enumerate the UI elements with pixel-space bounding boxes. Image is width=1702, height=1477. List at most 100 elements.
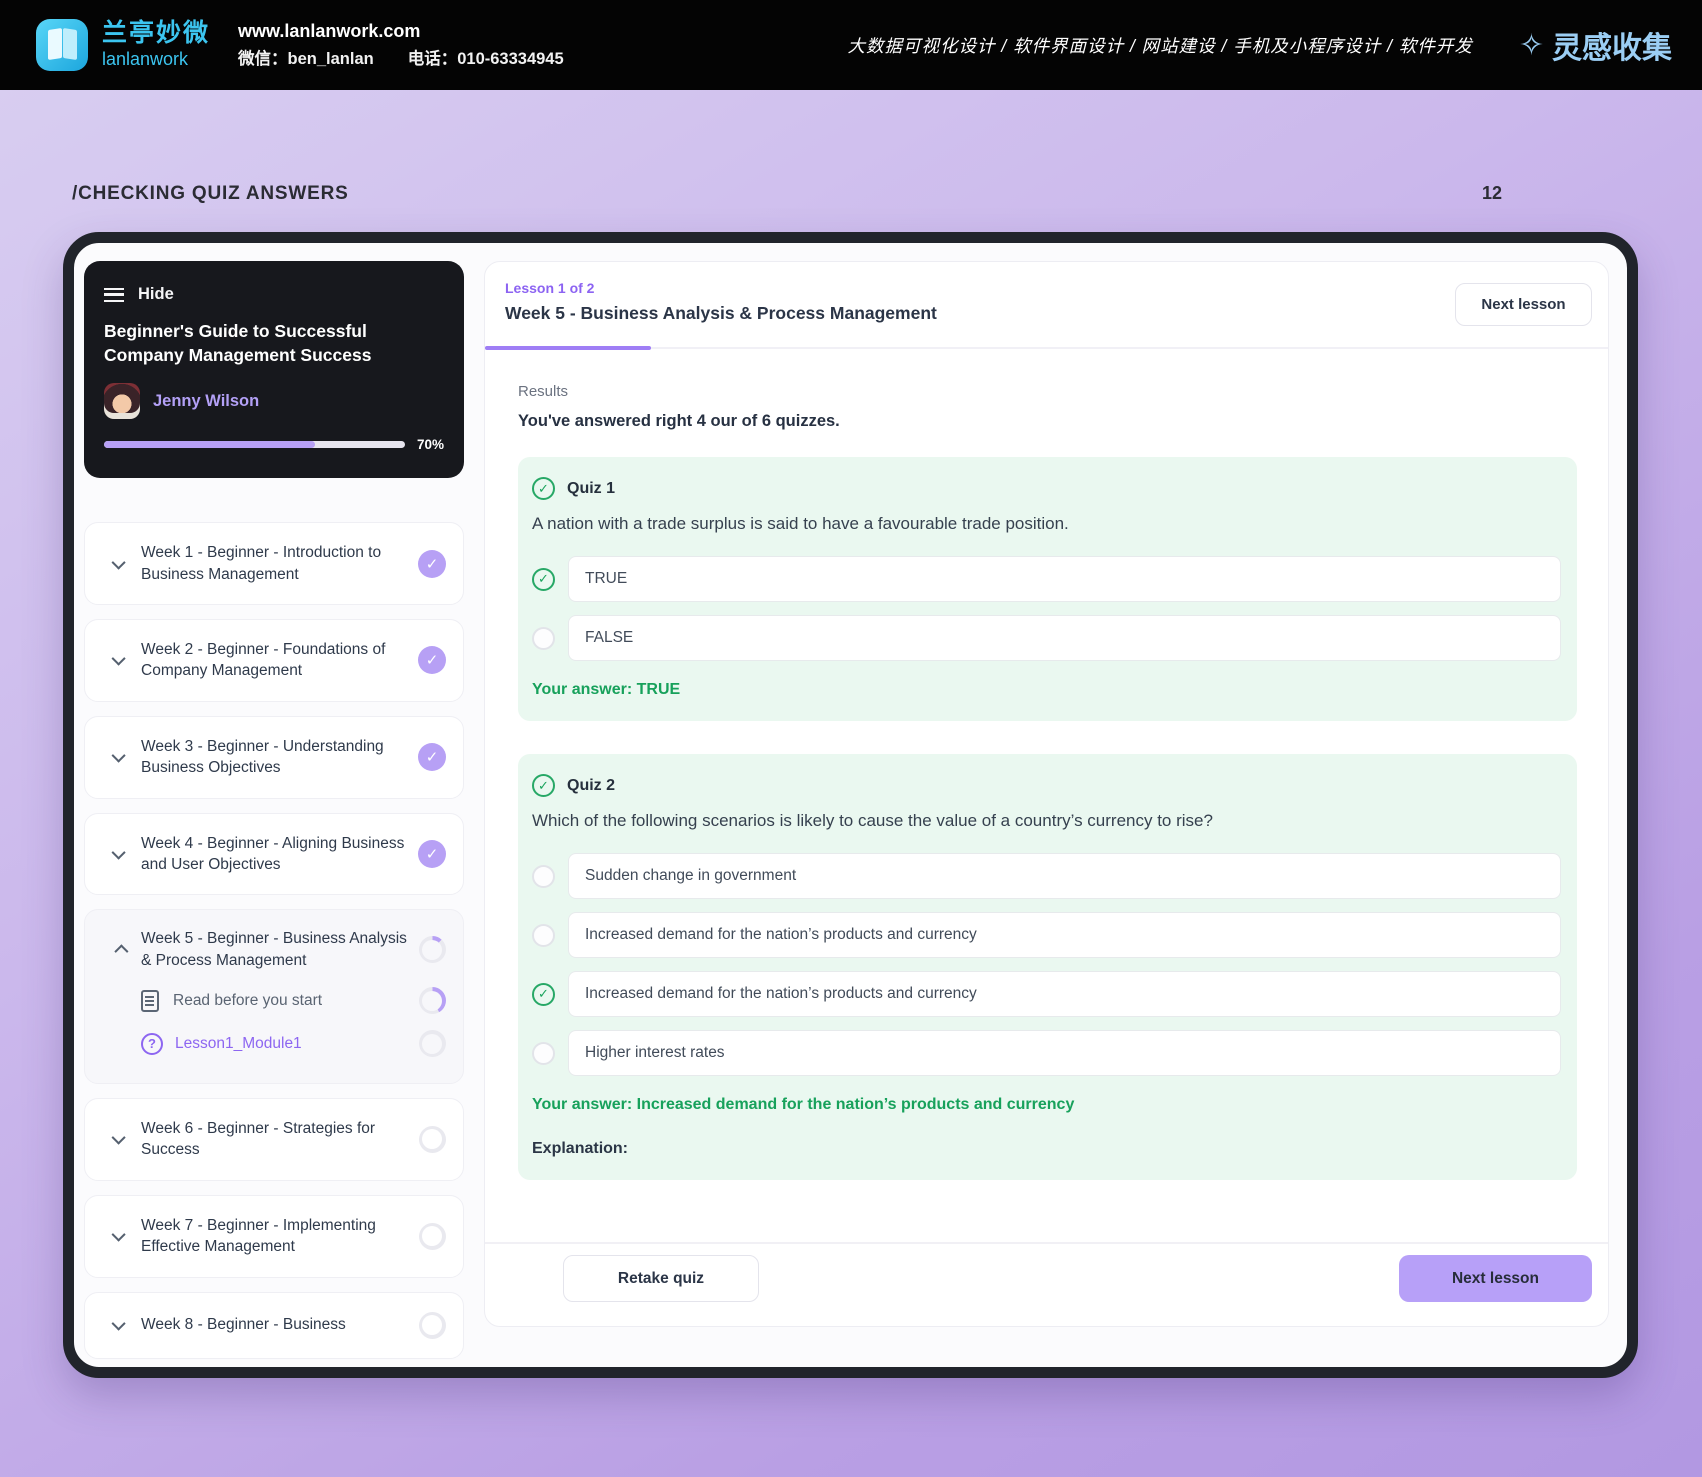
quiz1-option-true[interactable]: ✓ TRUE xyxy=(532,556,1561,602)
avatar xyxy=(104,383,140,420)
contact-block: www.lanlanwork.com 微信：ben_lanlan 电话：010-… xyxy=(238,21,564,69)
week-label: Week 5 - Beginner - Business Analysis & … xyxy=(141,930,407,969)
sidebar-item-week1[interactable]: Week 1 - Beginner - Introduction to Busi… xyxy=(84,522,464,605)
quiz-question: A nation with a trade surplus is said to… xyxy=(532,514,1069,533)
chevron-down-icon[interactable] xyxy=(111,845,126,860)
subitem-label: Lesson1_Module1 xyxy=(175,1034,302,1052)
hide-sidebar-button[interactable]: Hide xyxy=(104,285,444,304)
quiz-correct-check-icon: ✓ xyxy=(532,477,555,500)
week-label: Week 6 - Beginner - Strategies for Succe… xyxy=(141,1120,376,1159)
completed-check-icon: ✓ xyxy=(418,646,446,675)
sidebar-item-week6[interactable]: Week 6 - Beginner - Strategies for Succe… xyxy=(84,1098,464,1181)
progress-ring-icon xyxy=(418,1125,446,1153)
quiz-label: Quiz 1 xyxy=(567,479,616,497)
menu-icon xyxy=(104,287,124,302)
explanation-label: Explanation: xyxy=(532,1140,629,1157)
option-box[interactable]: FALSE xyxy=(568,615,1561,661)
chevron-down-icon[interactable] xyxy=(111,555,126,570)
quiz1-card: ✓ Quiz 1 A nation with a trade surplus i… xyxy=(518,457,1577,721)
chevron-down-icon[interactable] xyxy=(111,1316,126,1331)
sidebar-item-week4[interactable]: Week 4 - Beginner - Aligning Business an… xyxy=(84,812,464,896)
week-label: Week 2 - Beginner - Foundations of Compa… xyxy=(141,641,386,680)
next-lesson-button-top[interactable]: Next lesson xyxy=(1455,283,1592,326)
quiz-question: Which of the following scenarios is like… xyxy=(532,811,1213,830)
quiz2-option-3[interactable]: ✓ Increased demand for the nation’s prod… xyxy=(532,971,1561,1017)
sidebar-subitem-lesson1-module1[interactable]: ? Lesson1_Module1 xyxy=(99,1030,447,1057)
your-answer-text: Your answer: Increased demand for the na… xyxy=(532,1096,1075,1113)
quiz2-option-4[interactable]: Higher interest rates xyxy=(532,1030,1561,1076)
vendor-topbar: 兰亭妙微 lanlanwork www.lanlanwork.com 微信：be… xyxy=(0,0,1702,90)
course-progress-fill xyxy=(104,441,315,449)
progress-ring-icon xyxy=(418,1030,446,1057)
lesson-header: Lesson 1 of 2 Week 5 - Business Analysis… xyxy=(485,262,1608,350)
brand-block: 兰亭妙微 lanlanwork xyxy=(102,18,211,70)
correct-check-icon: ✓ xyxy=(532,567,555,591)
course-progress-bar xyxy=(104,441,405,449)
results-label: Results xyxy=(518,383,569,400)
completed-check-icon: ✓ xyxy=(418,839,446,868)
quiz2-option-1[interactable]: Sudden change in government xyxy=(532,853,1561,899)
lanlanwork-logo-icon xyxy=(36,19,88,71)
lesson-content-panel: Lesson 1 of 2 Week 5 - Business Analysis… xyxy=(484,261,1609,1327)
phone-contact: 电话：010-63334945 xyxy=(407,49,564,68)
quiz2-option-2[interactable]: Increased demand for the nation’s produc… xyxy=(532,912,1561,958)
next-lesson-button-bottom[interactable]: Next lesson xyxy=(1399,1255,1592,1302)
week-label: Week 1 - Beginner - Introduction to Busi… xyxy=(141,544,382,583)
lesson-footer: Retake quiz Next lesson xyxy=(485,1242,1608,1326)
completed-check-icon: ✓ xyxy=(418,549,446,578)
option-box[interactable]: Sudden change in government xyxy=(568,853,1561,899)
sidebar-subitem-read-before-you-start[interactable]: Read before you start xyxy=(99,987,447,1014)
brand-english-name: lanlanwork xyxy=(102,49,189,70)
progress-percent-label: 70% xyxy=(416,437,444,453)
website-url: www.lanlanwork.com xyxy=(238,21,421,42)
sidebar-item-week2[interactable]: Week 2 - Beginner - Foundations of Compa… xyxy=(84,619,464,702)
collect-logo-text: 灵感收集 xyxy=(1552,32,1672,65)
completed-check-icon: ✓ xyxy=(418,743,446,772)
course-title: Beginner's Guide to Successful Company M… xyxy=(104,321,372,365)
retake-quiz-button[interactable]: Retake quiz xyxy=(563,1255,759,1302)
slide-title: /CHECKING QUIZ ANSWERS xyxy=(72,183,349,204)
progress-ring-icon xyxy=(418,987,446,1014)
document-icon xyxy=(141,989,159,1012)
option-box[interactable]: TRUE xyxy=(568,556,1561,602)
option-box[interactable]: Increased demand for the nation’s produc… xyxy=(568,971,1561,1017)
radio-icon xyxy=(532,626,555,650)
chevron-up-icon[interactable] xyxy=(114,943,129,959)
week-list: Week 1 - Beginner - Introduction to Busi… xyxy=(84,522,464,1359)
brand-chinese-name: 兰亭妙微 xyxy=(102,18,211,47)
quiz2-card: ✓ Quiz 2 Which of the following scenario… xyxy=(518,754,1577,1180)
sidebar-header: Hide Beginner's Guide to Successful Comp… xyxy=(84,261,464,479)
chevron-down-icon[interactable] xyxy=(111,651,126,667)
sidebar-item-week5: Week 5 - Beginner - Business Analysis & … xyxy=(84,909,464,1084)
week-label: Week 7 - Beginner - Implementing Effecti… xyxy=(141,1216,376,1256)
option-box[interactable]: Higher interest rates xyxy=(568,1030,1561,1076)
active-tab-underline xyxy=(485,346,651,350)
lesson-counter: Lesson 1 of 2 xyxy=(505,280,595,296)
star-icon: ✧ xyxy=(1518,28,1544,62)
progress-ring-icon xyxy=(418,936,446,964)
quiz1-option-false[interactable]: FALSE xyxy=(532,615,1561,661)
instructor-name[interactable]: Jenny Wilson xyxy=(153,392,259,411)
device-frame: Hide Beginner's Guide to Successful Comp… xyxy=(63,232,1638,1378)
progress-ring-icon xyxy=(418,1311,446,1339)
your-answer-text: Your answer: TRUE xyxy=(532,681,681,698)
course-sidebar: Hide Beginner's Guide to Successful Comp… xyxy=(84,261,464,1367)
sidebar-item-week3[interactable]: Week 3 - Beginner - Understanding Busine… xyxy=(84,715,464,799)
question-icon: ? xyxy=(141,1032,163,1055)
sidebar-item-week8[interactable]: Week 8 - Beginner - Business xyxy=(84,1291,464,1359)
services-list: 大数据可视化设计 / 软件界面设计 / 网站建设 / 手机及小程序设计 / 软件… xyxy=(847,35,1473,56)
week-label: Week 8 - Beginner - Business xyxy=(141,1316,346,1334)
chevron-down-icon[interactable] xyxy=(111,1130,126,1146)
progress-ring-icon xyxy=(418,1222,446,1250)
week-label: Week 3 - Beginner - Understanding Busine… xyxy=(141,737,384,777)
chevron-down-icon[interactable] xyxy=(111,748,126,763)
page-number: 12 xyxy=(1481,183,1502,203)
chevron-down-icon[interactable] xyxy=(111,1227,126,1242)
option-box[interactable]: Increased demand for the nation’s produc… xyxy=(568,912,1561,958)
week-label: Week 4 - Beginner - Aligning Business an… xyxy=(141,834,405,873)
quiz-label: Quiz 2 xyxy=(567,776,616,794)
radio-icon xyxy=(532,1041,555,1065)
sidebar-item-week7[interactable]: Week 7 - Beginner - Implementing Effecti… xyxy=(84,1194,464,1278)
week5-header[interactable]: Week 5 - Beginner - Business Analysis & … xyxy=(99,928,447,971)
correct-check-icon: ✓ xyxy=(532,982,555,1006)
